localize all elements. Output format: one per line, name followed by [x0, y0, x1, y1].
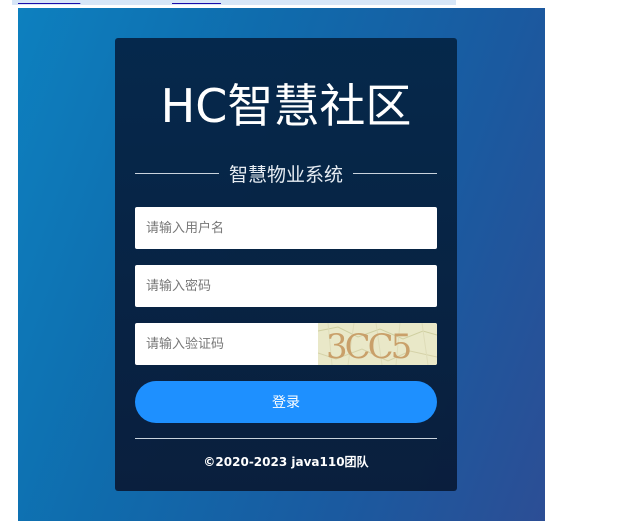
top-text-strip — [0, 0, 635, 8]
app-title: HC智慧社区 — [160, 79, 412, 133]
captcha-input[interactable] — [135, 323, 318, 365]
subtitle-row: 智慧物业系统 — [135, 160, 438, 186]
footer-divider — [135, 438, 437, 439]
subtitle-divider-right — [353, 172, 438, 174]
subtitle-divider-left — [135, 172, 219, 174]
username-input[interactable] — [135, 207, 437, 249]
copyright-footer: ©2020-2023 java110团队 — [203, 455, 369, 469]
login-background: HC智慧社区 智慧物业系统 3CC5 登录 ©2020-2023 java110… — [18, 8, 545, 521]
captcha-graphic: 3CC5 — [318, 323, 437, 365]
login-button[interactable]: 登录 — [135, 381, 437, 423]
app-subtitle: 智慧物业系统 — [229, 163, 344, 186]
top-link-2[interactable] — [172, 0, 221, 6]
top-link-1[interactable] — [18, 0, 80, 6]
login-card: HC智慧社区 智慧物业系统 3CC5 登录 ©2020-2023 java110… — [115, 38, 457, 491]
password-input[interactable] — [135, 265, 437, 307]
captcha-image[interactable]: 3CC5 — [318, 323, 437, 365]
captcha-text: 3CC5 — [326, 327, 411, 365]
